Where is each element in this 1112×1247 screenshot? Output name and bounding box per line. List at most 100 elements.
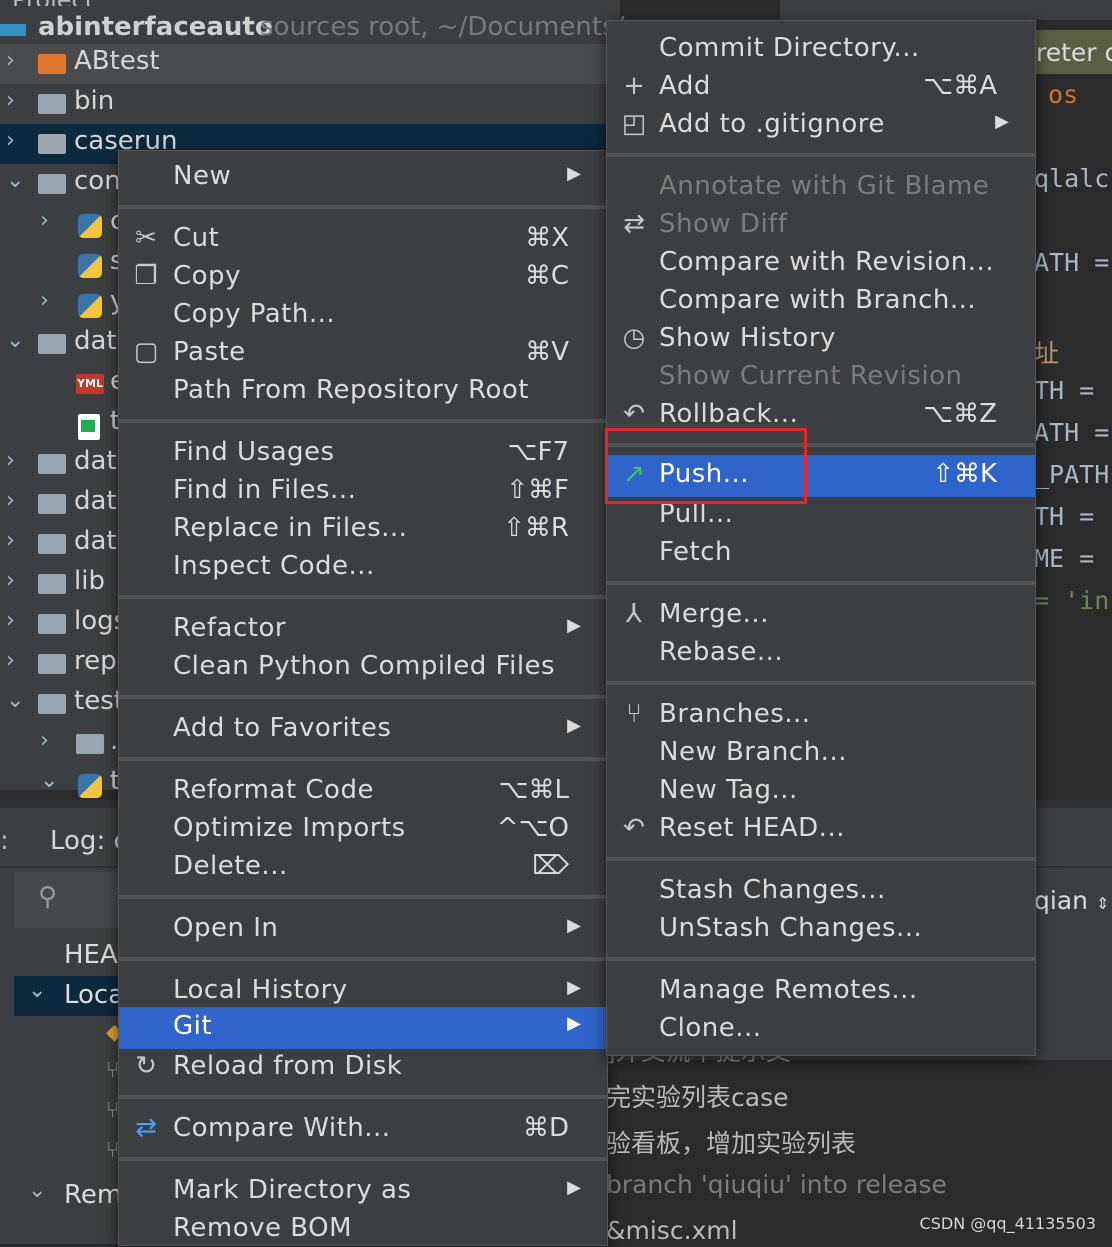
menu-item-show-diff[interactable]: ⇄ Show Diff [607, 205, 1035, 243]
code-editor[interactable]: os qlalc ATH = 址 TH = ATH = _PATH TH = ME = = 'in [1034, 20, 1112, 740]
menu-item-open-in[interactable]: Open In ▶ [119, 909, 607, 947]
folder-icon [38, 94, 66, 114]
watermark: CSDN @qq_41135503 [919, 1214, 1096, 1233]
menu-item-git[interactable]: Git ▶ [119, 1007, 607, 1049]
folder-orange-icon [38, 54, 66, 74]
menu-item-local-history[interactable]: Local History ▶ [119, 971, 607, 1009]
menu-item-refactor[interactable]: Refactor ▶ [119, 609, 607, 647]
commit-message[interactable]: 验看板，增加实验列表 [606, 1124, 856, 1160]
menu-item-inspect-code[interactable]: Inspect Code... [119, 547, 607, 585]
menu-item-unstash-changes[interactable]: UnStash Changes... [607, 909, 1035, 947]
menu-item-cut[interactable]: ✂ Cut ⌘X [119, 219, 607, 257]
chevron-right-icon[interactable]: › [6, 448, 15, 473]
menu-separator [119, 695, 607, 699]
chevron-right-icon[interactable]: › [6, 608, 15, 633]
menu-item-add-to-gitignore[interactable]: ◰ Add to .gitignore ▶ [607, 105, 1035, 143]
branch-search-field[interactable]: ⚲ [14, 872, 124, 928]
menu-item-shortcut: ⌥⌘L [498, 775, 569, 805]
menu-item-new-branch[interactable]: New Branch... [607, 733, 1035, 771]
menu-item-clone[interactable]: Clone... [607, 1009, 1035, 1047]
menu-item-merge[interactable]: ⅄ Merge... [607, 595, 1035, 633]
menu-item-mark-directory-as[interactable]: Mark Directory as ▶ [119, 1171, 607, 1209]
menu-item-label: Mark Directory as [173, 1175, 412, 1205]
chevron-right-icon[interactable]: › [40, 208, 49, 233]
branch-header-remote[interactable]: Rem [64, 1180, 122, 1210]
menu-item-compare-with-branch[interactable]: Compare with Branch... [607, 281, 1035, 319]
menu-item-clean-python-compiled-files[interactable]: Clean Python Compiled Files [119, 647, 607, 685]
menu-item-label: Show Current Revision [659, 361, 963, 391]
menu-item-label: Local History [173, 975, 348, 1005]
chevron-down-icon[interactable]: ⌄ [6, 688, 24, 713]
chevron-right-icon[interactable]: › [6, 88, 15, 113]
branch-selector[interactable]: qian ⇕ [1034, 886, 1109, 915]
menu-item-fetch[interactable]: Fetch [607, 533, 1035, 571]
chevron-right-icon[interactable]: › [6, 648, 15, 673]
menu-item-label: Remove BOM [173, 1213, 353, 1243]
menu-item-replace-in-files[interactable]: Replace in Files... ⇧⌘R [119, 509, 607, 547]
menu-item-reset-head[interactable]: ↶ Reset HEAD... [607, 809, 1035, 847]
chevron-right-icon[interactable]: › [40, 728, 49, 753]
menu-item-copy-path[interactable]: Copy Path... [119, 295, 607, 333]
branch-header-local-row[interactable]: ⌄ Loca [14, 976, 124, 1016]
menu-item-label: Paste [173, 337, 246, 367]
chevron-right-icon[interactable]: › [6, 128, 15, 153]
menu-item-delete[interactable]: Delete... ⌦ [119, 847, 607, 885]
menu-item-new-tag[interactable]: New Tag... [607, 771, 1035, 809]
menu-item-path-from-repository-root[interactable]: Path From Repository Root [119, 371, 607, 409]
menu-item-annotate-with-git-blame[interactable]: Annotate with Git Blame [607, 167, 1035, 205]
chevron-down-icon[interactable]: ⌄ [40, 768, 58, 793]
menu-item-copy[interactable]: ❐ Copy ⌘C [119, 257, 607, 295]
menu-item-reload-from-disk[interactable]: ↻ Reload from Disk [119, 1047, 607, 1085]
menu-item-show-current-revision[interactable]: Show Current Revision [607, 357, 1035, 395]
chevron-right-icon[interactable]: › [6, 488, 15, 513]
menu-item-label: Compare with Branch... [659, 285, 977, 315]
chevron-right-icon[interactable]: › [40, 288, 49, 313]
chevron-right-icon[interactable]: › [6, 48, 15, 73]
commit-message[interactable]: &misc.xml [606, 1216, 738, 1245]
menu-item-optimize-imports[interactable]: Optimize Imports ^⌥O [119, 809, 607, 847]
commit-message[interactable]: branch 'qiuqiu' into release [606, 1170, 947, 1199]
tree-row[interactable]: › ABtest [0, 44, 606, 84]
menu-item-compare-with[interactable]: ⇄ Compare With... ⌘D [119, 1109, 607, 1147]
menu-item-label: Reload from Disk [173, 1051, 403, 1081]
menu-item-show-history[interactable]: ◷ Show History [607, 319, 1035, 357]
code-line: os [1048, 80, 1079, 109]
log-tab[interactable]: Log: c [50, 826, 128, 856]
menu-item-add-to-favorites[interactable]: Add to Favorites ▶ [119, 709, 607, 747]
menu-item-paste[interactable]: ▢ Paste ⌘V [119, 333, 607, 371]
menu-item-shortcut: ⌘D [522, 1113, 569, 1143]
python-file-icon [78, 254, 102, 278]
branch-icon: ⑂ [626, 699, 642, 729]
commit-message[interactable]: 完实验列表case [606, 1078, 788, 1114]
menu-item-label: Reset HEAD... [659, 813, 845, 843]
menu-item-branches[interactable]: ⑂ Branches... [607, 695, 1035, 733]
chevron-down-icon[interactable]: ⌄ [6, 328, 24, 353]
menu-item-find-usages[interactable]: Find Usages ⌥F7 [119, 433, 607, 471]
project-root-name: abinterfaceauto [38, 12, 273, 42]
menu-item-label: Fetch [659, 537, 732, 567]
folder-icon [38, 614, 66, 634]
chevron-right-icon[interactable]: › [6, 568, 15, 593]
chevron-right-icon[interactable]: › [6, 528, 15, 553]
interpreter-notice[interactable]: reter co [1034, 30, 1112, 74]
menu-item-stash-changes[interactable]: Stash Changes... [607, 871, 1035, 909]
menu-item-reformat-code[interactable]: Reformat Code ⌥⌘L [119, 771, 607, 809]
branch-header-head[interactable]: HEA [64, 940, 118, 970]
submenu-arrow-icon: ▶ [567, 977, 581, 998]
menu-item-commit-directory[interactable]: Commit Directory... [607, 29, 1035, 67]
submenu-arrow-icon: ▶ [567, 615, 581, 636]
menu-item-new[interactable]: New ▶ [119, 157, 607, 195]
project-root-row[interactable]: abinterfaceauto sources root, ~/Document… [0, 6, 624, 44]
folder-icon [38, 574, 66, 594]
menu-item-compare-with-revision[interactable]: Compare with Revision... [607, 243, 1035, 281]
menu-item-find-in-files[interactable]: Find in Files... ⇧⌘F [119, 471, 607, 509]
menu-separator [119, 757, 607, 761]
tree-row[interactable]: › bin [0, 84, 606, 124]
menu-item-rebase[interactable]: Rebase... [607, 633, 1035, 671]
menu-separator [607, 681, 1035, 685]
menu-item-remove-bom[interactable]: Remove BOM [119, 1209, 607, 1247]
menu-item-label: Compare with Revision... [659, 247, 995, 277]
chevron-down-icon[interactable]: ⌄ [6, 168, 24, 193]
menu-item-add[interactable]: + Add ⌥⌘A [607, 67, 1035, 105]
menu-item-manage-remotes[interactable]: Manage Remotes... [607, 971, 1035, 1009]
